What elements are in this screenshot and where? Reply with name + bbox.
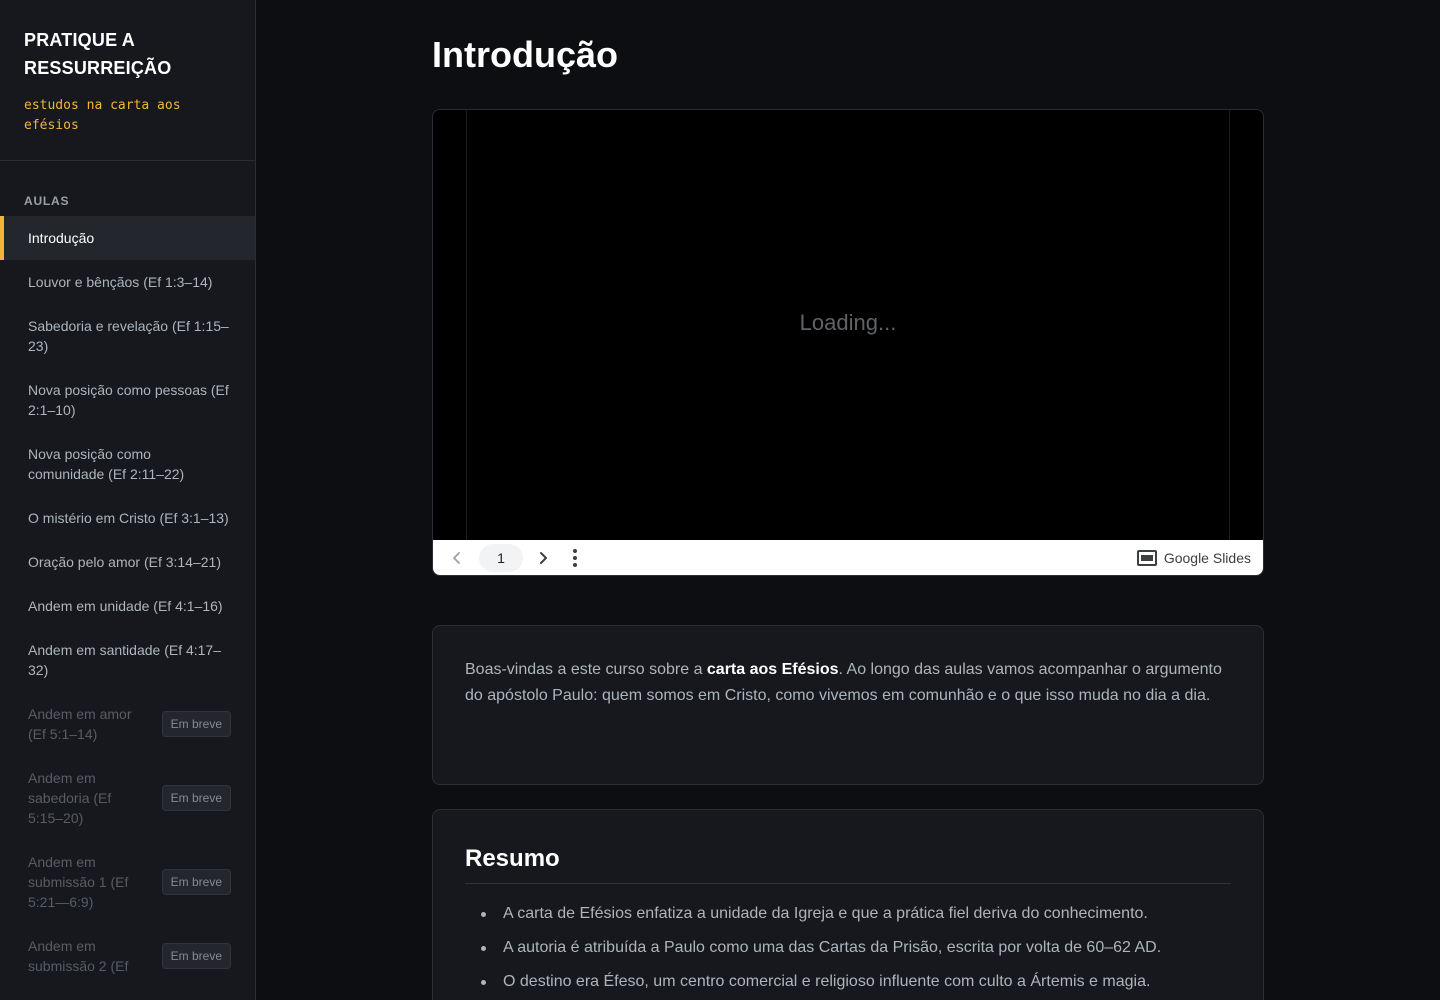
main-content: Introdução Loading... 1 Google Slides Bo… <box>256 0 1440 1000</box>
intro-highlight: carta aos Efésios <box>706 661 839 678</box>
summary-card: Resumo A carta de Efésios enfatiza a uni… <box>432 809 1264 1000</box>
chevron-right-icon[interactable] <box>531 546 555 570</box>
sidebar-item-nova-posicao-pessoas[interactable]: Nova posição como pessoas (Ef 2:1–10) <box>0 368 255 432</box>
sidebar-item-andem-em-submissao-1: Andem em submissão 1 (Ef 5:21—6:9) Em br… <box>0 840 255 924</box>
sidebar-item-andem-em-sabedoria: Andem em sabedoria (Ef 5:15–20) Em breve <box>0 756 255 840</box>
google-slides-label: Google Slides <box>1163 550 1251 566</box>
slides-stage[interactable]: Loading... <box>433 110 1263 540</box>
slides-icon <box>1136 550 1157 566</box>
slides-embed[interactable]: Loading... 1 Google Slides <box>432 109 1264 576</box>
app-root: PRATIQUE A RESSURREIÇÃO estudos na carta… <box>0 0 1440 1000</box>
sidebar-item-misterio-em-cristo[interactable]: O mistério em Cristo (Ef 3:1–13) <box>0 496 255 540</box>
coming-soon-badge: Em breve <box>161 943 231 969</box>
sidebar-item-andem-em-santidade[interactable]: Andem em santidade (Ef 4:17–32) <box>0 628 255 692</box>
summary-item: O destino era Éfeso, um centro comercial… <box>465 970 1231 994</box>
google-slides-link[interactable]: Google Slides <box>1136 550 1251 566</box>
sidebar-item-label: Andem em submissão 2 (Ef <box>28 938 129 974</box>
coming-soon-badge: Em breve <box>161 711 231 737</box>
sidebar-item-nova-posicao-comunidade[interactable]: Nova posição como comunidade (Ef 2:11–22… <box>0 432 255 496</box>
sidebar-item-label: Nova posição como pessoas (Ef 2:1–10) <box>28 382 229 418</box>
coming-soon-badge: Em breve <box>161 785 231 811</box>
sidebar-item-andem-em-submissao-2: Andem em submissão 2 (Ef Em breve <box>0 924 255 988</box>
brand: PRATIQUE A RESSURREIÇÃO estudos na carta… <box>0 0 255 161</box>
sidebar-item-label: Nova posição como comunidade (Ef 2:11–22… <box>28 446 185 482</box>
brand-subtitle: estudos na carta aos efésios <box>24 98 181 133</box>
slides-toolbar: 1 Google Slides <box>433 540 1263 575</box>
summary-item: A carta de Efésios enfatiza a unidade da… <box>465 902 1231 926</box>
intro-card: Boas-vindas a este curso sobre a carta a… <box>432 625 1264 785</box>
sidebar-item-label: Oração pelo amor (Ef 3:14–21) <box>28 554 221 570</box>
more-vertical-icon[interactable] <box>563 546 587 570</box>
intro-paragraph: Boas-vindas a este curso sobre a carta a… <box>465 657 1231 709</box>
sidebar-item-label: Andem em sabedoria (Ef 5:15–20) <box>28 770 112 826</box>
sidebar-item-label: Andem em amor (Ef 5:1–14) <box>28 706 132 742</box>
sidebar-item-louvor-e-bencaos[interactable]: Louvor e bênçãos (Ef 1:3–14) <box>0 260 255 304</box>
sidebar-item-label: O mistério em Cristo (Ef 3:1–13) <box>28 510 229 526</box>
slides-loading-text: Loading... <box>799 310 897 335</box>
summary-title: Resumo <box>465 844 1231 884</box>
chevron-left-icon[interactable] <box>445 546 469 570</box>
sidebar-item-label: Andem em unidade (Ef 4:1–16) <box>28 598 223 614</box>
slide-page-number[interactable]: 1 <box>479 544 523 572</box>
sidebar-item-sabedoria-e-revelacao[interactable]: Sabedoria e revelação (Ef 1:15–23) <box>0 304 255 368</box>
sidebar-item-label: Louvor e bênçãos (Ef 1:3–14) <box>28 274 213 290</box>
sidebar-item-andem-em-amor: Andem em amor (Ef 5:1–14) Em breve <box>0 692 255 756</box>
brand-title[interactable]: PRATIQUE A RESSURREIÇÃO <box>24 26 231 82</box>
section-label-aulas: AULAS <box>24 194 70 208</box>
lessons-nav: Introdução Louvor e bênçãos (Ef 1:3–14) … <box>0 216 255 988</box>
sidebar-item-andem-em-unidade[interactable]: Andem em unidade (Ef 4:1–16) <box>0 584 255 628</box>
sidebar-item-label: Andem em submissão 1 (Ef 5:21—6:9) <box>28 854 129 910</box>
sidebar-item-label: Sabedoria e revelação (Ef 1:15–23) <box>28 318 229 354</box>
intro-text-before: Boas-vindas a este curso sobre a <box>465 661 707 678</box>
sidebar-item-introducao[interactable]: Introdução <box>0 216 255 260</box>
page-title: Introdução <box>432 34 618 75</box>
coming-soon-badge: Em breve <box>161 869 231 895</box>
sidebar-item-label: Introdução <box>28 230 95 246</box>
sidebar-item-label: Andem em santidade (Ef 4:17–32) <box>28 642 222 678</box>
summary-list: A carta de Efésios enfatiza a unidade da… <box>465 902 1231 994</box>
summary-item: A autoria é atribuída a Paulo como uma d… <box>465 936 1231 960</box>
sidebar: PRATIQUE A RESSURREIÇÃO estudos na carta… <box>0 0 256 1000</box>
sidebar-item-oracao-pelo-amor[interactable]: Oração pelo amor (Ef 3:14–21) <box>0 540 255 584</box>
